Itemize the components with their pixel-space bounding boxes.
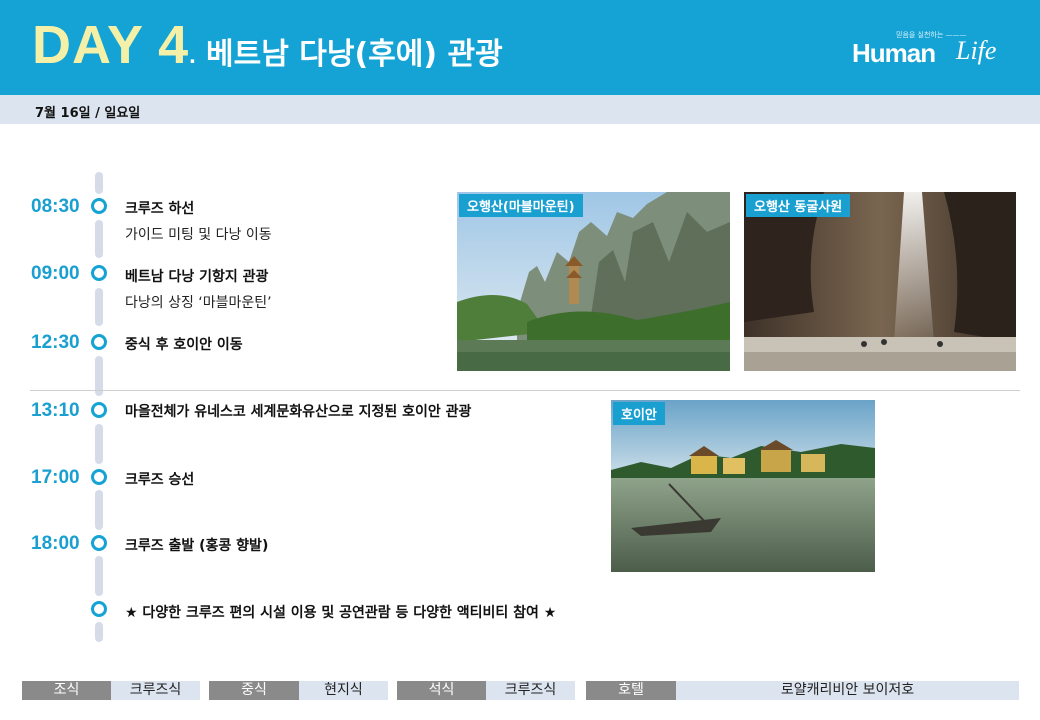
logo-script-text: Life [956,36,997,65]
timeline-segment [95,220,103,258]
timeline-segment [95,172,103,194]
lunch-label: 중식 [209,681,299,700]
timeline-segment [95,424,103,464]
day-dot: . [189,42,197,69]
time-1230: 12:30 [31,332,80,353]
breakfast-value: 크루즈식 [111,681,200,700]
day-label: DAY [32,15,145,75]
activity-detail: 가이드 미팅 및 다낭 이동 [125,227,272,243]
dinner-value: 크루즈식 [486,681,575,700]
cave-temple-photo: 오행산 동굴사원 [744,192,1016,371]
timeline-segment [95,288,103,326]
header-banner: DAY 4. 베트남 다낭(후에) 관광 믿음을 실천하는 ——— Human L… [0,0,1040,95]
day-number: 4 [158,15,190,75]
activity-text: 크루즈 하선 [125,201,195,217]
timeline-marker [91,334,107,350]
section-divider [30,390,1020,391]
timeline-segment [95,490,103,530]
activity-text: 중식 후 호이안 이동 [125,337,243,353]
time-1310: 13:10 [31,400,80,421]
activity-text: 마을전체가 유네스코 세계문화유산으로 지정된 호이안 관광 [125,404,472,420]
photo-label-cave: 오행산 동굴사원 [746,194,851,217]
breakfast-label: 조식 [22,681,111,700]
day-heading: DAY 4. [32,18,197,72]
date-text: 7월 16일 / 일요일 [35,106,141,121]
time-0830: 08:30 [31,196,80,217]
humanlife-logo: 믿음을 실천하는 ——— Human Life [852,30,1002,76]
time-1700: 17:00 [31,467,80,488]
time-1800: 18:00 [31,533,80,554]
timeline-marker [91,535,107,551]
activity-note: ★ 다양한 크루즈 편의 시설 이용 및 공연관람 등 다양한 액티비티 참여 … [125,605,557,621]
timeline-marker [91,265,107,281]
timeline-marker [91,601,107,617]
hoian-photo: 호이안 [611,400,875,572]
timeline-segment [95,622,103,642]
cave-temple-illustration [744,192,1016,371]
marble-mountain-illustration [457,192,730,371]
timeline-segment [95,556,103,596]
timeline-marker [91,402,107,418]
hoian-illustration [611,400,875,572]
dinner-label: 석식 [397,681,486,700]
timeline-marker [91,198,107,214]
itinerary-page: DAY 4. 베트남 다낭(후에) 관광 믿음을 실천하는 ——— Human L… [0,0,1040,720]
hotel-value: 로얄캐리비안 보이저호 [676,681,1019,700]
date-bar: 7월 16일 / 일요일 [0,95,1040,124]
activity-text: 크루즈 승선 [125,472,195,488]
photo-label-marble: 오행산(마블마운틴) [459,194,583,217]
hotel-label: 호텔 [586,681,676,700]
time-0900: 09:00 [31,263,80,284]
logo-main-text: Human [852,38,936,68]
activity-text: 베트남 다낭 기항지 관광 [125,269,269,285]
activity-text: 크루즈 출발 (홍콩 향발) [125,538,269,554]
page-title: 베트남 다낭(후에) 관광 [206,37,503,72]
lunch-value: 현지식 [299,681,388,700]
activity-detail: 다낭의 상징 ‘마블마운틴’ [125,295,272,311]
photo-label-hoian: 호이안 [613,402,665,425]
timeline-marker [91,469,107,485]
marble-mountain-photo: 오행산(마블마운틴) [457,192,730,371]
